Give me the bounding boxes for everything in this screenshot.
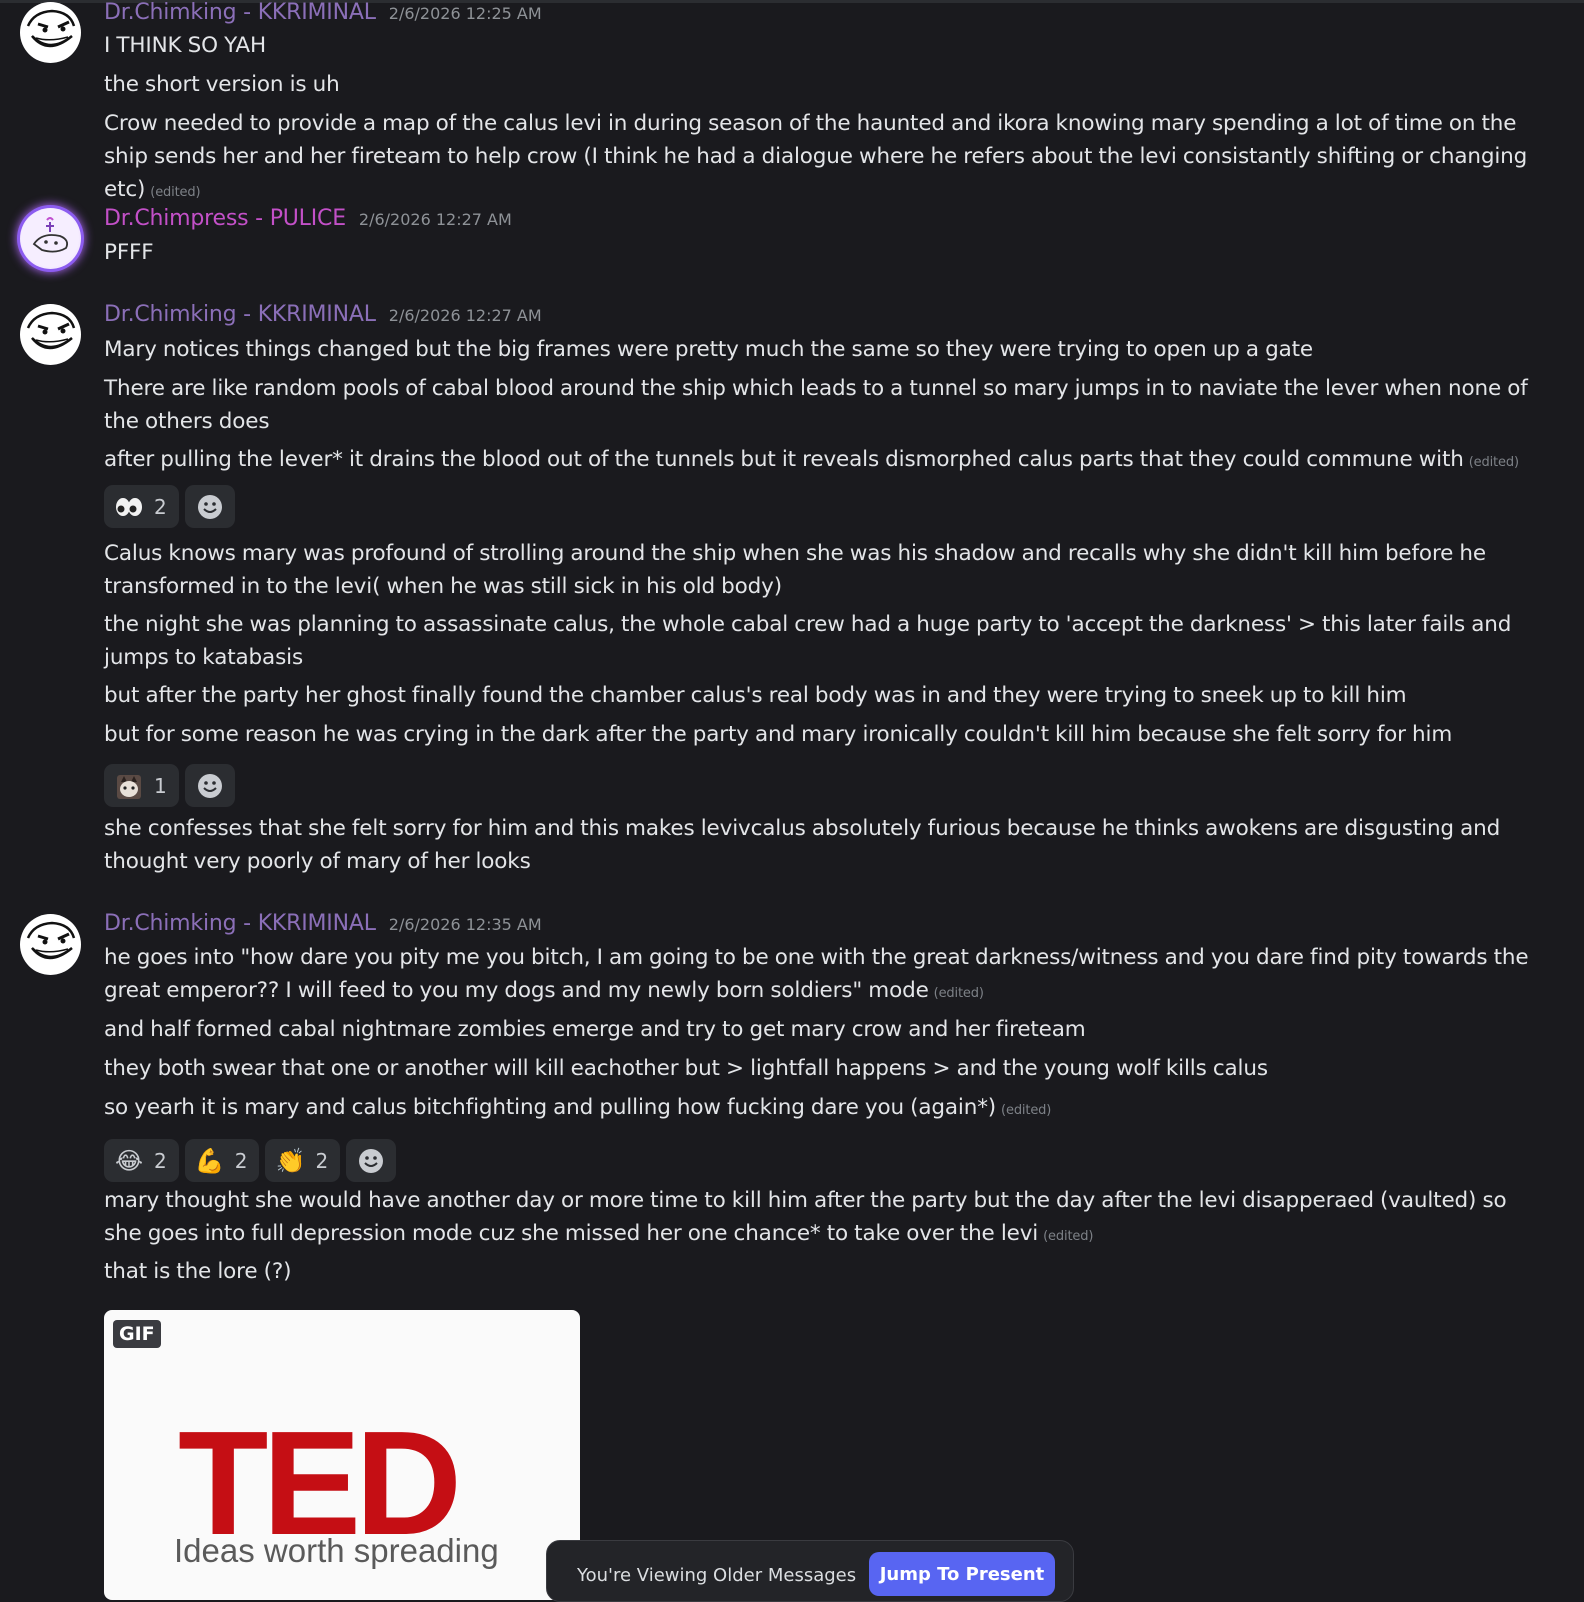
message-text: so yearh it is mary and calus bitchfight…: [104, 1091, 1544, 1127]
message-header: Dr.Chimking - KKRIMINAL 2/6/2026 12:25 A…: [104, 0, 542, 25]
message-text: but after the party her ghost finally fo…: [104, 679, 1544, 712]
trollface-avatar-icon: [21, 3, 79, 61]
message-header: Dr.Chimking - KKRIMINAL 2/6/2026 12:27 A…: [104, 302, 542, 327]
add-reaction-button[interactable]: [184, 764, 235, 807]
message-content: Calus knows mary was profound of strolli…: [104, 541, 1486, 599]
reactions-bar: 2: [104, 485, 235, 528]
username[interactable]: Dr.Chimking - KKRIMINAL: [104, 911, 376, 936]
message-content: they both swear that one or another will…: [104, 1056, 1268, 1081]
message-content: she confesses that she felt sorry for hi…: [104, 816, 1501, 874]
message-text: Calus knows mary was profound of strolli…: [104, 537, 1544, 603]
message-text: PFFF: [104, 236, 1544, 269]
message-content: but after the party her ghost finally fo…: [104, 683, 1407, 708]
reaction-count: 2: [154, 494, 167, 519]
reaction-clapping-hands[interactable]: 👏 2: [265, 1139, 341, 1182]
reaction-count: 2: [234, 1148, 248, 1173]
message-text: that is the lore (?): [104, 1255, 1544, 1288]
timestamp[interactable]: 2/6/2026 12:27 AM: [389, 306, 542, 325]
username[interactable]: Dr.Chimking - KKRIMINAL: [104, 0, 376, 25]
edited-label: (edited): [1468, 455, 1519, 470]
message-header: Dr.Chimpress - PULICE 2/6/2026 12:27 AM: [104, 206, 512, 231]
gif-embed[interactable]: GIF TED Ideas worth spreading: [104, 1310, 580, 1600]
avatar[interactable]: [20, 304, 81, 365]
message-text: but for some reason he was crying in the…: [104, 718, 1544, 751]
cat-sketch-avatar-icon: [21, 209, 79, 267]
timestamp[interactable]: 2/6/2026 12:35 AM: [389, 915, 542, 934]
older-messages-banner: You're Viewing Older Messages Jump To Pr…: [546, 1540, 1074, 1602]
message-content: Mary notices things changed but the big …: [104, 337, 1313, 362]
username[interactable]: Dr.Chimpress - PULICE: [104, 206, 346, 231]
message-text: There are like random pools of cabal blo…: [104, 372, 1544, 438]
add-reaction-button[interactable]: [184, 485, 235, 528]
message-text: she confesses that she felt sorry for hi…: [104, 812, 1544, 878]
message-content: There are like random pools of cabal blo…: [104, 376, 1528, 434]
message-text: Crow needed to provide a map of the calu…: [104, 107, 1544, 209]
message-content: he goes into "how dare you pity me you b…: [104, 945, 1529, 1003]
timestamp[interactable]: 2/6/2026 12:25 AM: [389, 4, 542, 23]
message-text: I THINK SO YAH: [104, 29, 1544, 62]
cat-emoji-icon: [114, 771, 144, 801]
trollface-avatar-icon: [21, 305, 79, 363]
add-reaction-button[interactable]: [346, 1139, 397, 1182]
edited-label: (edited): [150, 185, 201, 200]
reaction-eyes[interactable]: 2: [104, 485, 179, 528]
message-text: after pulling the lever* it drains the b…: [104, 443, 1544, 479]
message-text: he goes into "how dare you pity me you b…: [104, 941, 1544, 1010]
message-header: Dr.Chimking - KKRIMINAL 2/6/2026 12:35 A…: [104, 911, 542, 936]
message-content: after pulling the lever* it drains the b…: [104, 447, 1464, 472]
avatar[interactable]: [20, 914, 81, 975]
message-content: PFFF: [104, 240, 154, 265]
avatar[interactable]: [20, 2, 81, 63]
smiley-icon: [195, 771, 225, 801]
message-content: I THINK SO YAH: [104, 33, 266, 58]
trollface-avatar-icon: [21, 915, 79, 973]
timestamp[interactable]: 2/6/2026 12:27 AM: [359, 210, 512, 229]
joy-emoji-icon: 😂: [114, 1146, 144, 1175]
jump-to-present-button[interactable]: Jump To Present: [869, 1552, 1055, 1596]
flexed-biceps-emoji-icon: 💪: [194, 1146, 225, 1175]
clapping-hands-emoji-icon: 👏: [275, 1146, 306, 1175]
message-content: mary thought she would have another day …: [104, 1188, 1507, 1246]
smiley-icon: [195, 492, 225, 522]
reaction-flexed-biceps[interactable]: 💪 2: [184, 1139, 260, 1182]
message-text: they both swear that one or another will…: [104, 1052, 1544, 1085]
message-content: the night she was planning to assassinat…: [104, 612, 1512, 670]
reaction-count: 2: [154, 1148, 167, 1173]
reactions-bar: 😂 2 💪 2 👏 2: [104, 1139, 397, 1182]
avatar[interactable]: [20, 208, 81, 269]
message-content: that is the lore (?): [104, 1259, 292, 1284]
reaction-cat[interactable]: 1: [104, 764, 179, 807]
message-text: and half formed cabal nightmare zombies …: [104, 1013, 1544, 1046]
reaction-count: 2: [315, 1148, 329, 1173]
edited-label: (edited): [933, 986, 984, 1001]
message-content: and half formed cabal nightmare zombies …: [104, 1017, 1086, 1042]
edited-label: (edited): [1001, 1103, 1052, 1118]
username[interactable]: Dr.Chimking - KKRIMINAL: [104, 302, 376, 327]
message-content: the short version is uh: [104, 72, 340, 97]
message-content: but for some reason he was crying in the…: [104, 722, 1453, 747]
message-content: Crow needed to provide a map of the calu…: [104, 111, 1528, 202]
message-text: mary thought she would have another day …: [104, 1184, 1544, 1253]
ted-tagline: Ideas worth spreading: [174, 1532, 499, 1569]
gif-badge: GIF: [113, 1320, 161, 1348]
reaction-count: 1: [154, 773, 167, 798]
edited-label: (edited): [1043, 1229, 1094, 1244]
eyes-emoji-icon: [114, 492, 144, 522]
message-content: so yearh it is mary and calus bitchfight…: [104, 1095, 997, 1120]
reactions-bar: 1: [104, 764, 235, 807]
smiley-icon: [356, 1146, 386, 1176]
message-text: Mary notices things changed but the big …: [104, 333, 1544, 366]
older-messages-label: You're Viewing Older Messages: [577, 1565, 857, 1586]
message-text: the night she was planning to assassinat…: [104, 608, 1544, 674]
message-text: the short version is uh: [104, 68, 1544, 101]
reaction-joy[interactable]: 😂 2: [104, 1139, 179, 1182]
